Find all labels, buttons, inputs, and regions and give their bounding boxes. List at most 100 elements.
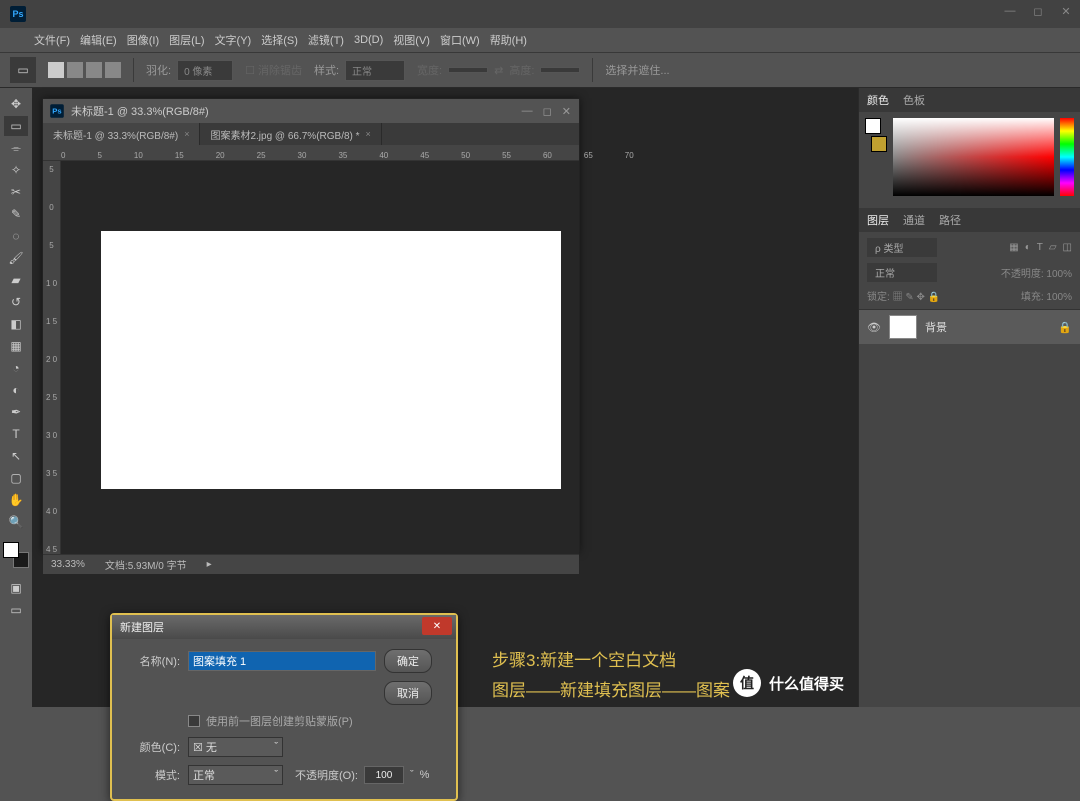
color-tab[interactable]: 颜色: [867, 92, 889, 108]
mode-select[interactable]: 正常ˇ: [188, 765, 283, 785]
layer-row[interactable]: 👁 背景 🔒: [859, 310, 1080, 344]
heal-tool[interactable]: ◌: [4, 226, 28, 246]
menu-view[interactable]: 视图(V): [389, 29, 434, 51]
color-picker[interactable]: [893, 118, 1054, 196]
color-select[interactable]: ☒ 无ˇ: [188, 737, 283, 757]
fill-label: 填充:: [1021, 292, 1044, 303]
name-input[interactable]: [188, 651, 376, 671]
tab-label: 图案素材2.jpg @ 66.7%(RGB/8) *: [210, 127, 359, 142]
brush-tool[interactable]: 🖌: [4, 248, 28, 268]
dialog-close-button[interactable]: ✕: [422, 617, 452, 635]
current-tool-icon[interactable]: ▭: [10, 57, 36, 83]
cancel-button[interactable]: 取消: [384, 681, 432, 705]
menu-help[interactable]: 帮助(H): [486, 29, 531, 51]
canvas[interactable]: [101, 231, 561, 489]
doc-close-button[interactable]: ✕: [562, 105, 571, 118]
feather-input[interactable]: 0 像素: [177, 60, 233, 81]
doc-min-button[interactable]: —: [522, 105, 533, 118]
swatches-tab[interactable]: 色板: [903, 92, 925, 108]
doc-info[interactable]: 文档:5.93M/0 字节: [105, 557, 187, 572]
menu-layer[interactable]: 图层(L): [165, 29, 208, 51]
doc-titlebar[interactable]: Ps 未标题-1 @ 33.3%(RGB/8#) — ◻ ✕: [43, 99, 579, 123]
selection-mode-icons: [48, 62, 121, 78]
sel-sub-icon[interactable]: [86, 62, 102, 78]
doc-max-button[interactable]: ◻: [543, 105, 552, 118]
quickmask-tool[interactable]: ▣: [4, 578, 28, 598]
visibility-icon[interactable]: 👁: [867, 321, 881, 334]
dodge-tool[interactable]: ◐: [4, 380, 28, 400]
marquee-tool[interactable]: ▭: [4, 116, 28, 136]
zoom-level[interactable]: 33.33%: [51, 559, 85, 570]
menu-edit[interactable]: 编辑(E): [76, 29, 121, 51]
menu-select[interactable]: 选择(S): [257, 29, 302, 51]
doc-tab-2[interactable]: 图案素材2.jpg @ 66.7%(RGB/8) * ×: [200, 123, 381, 145]
hue-slider[interactable]: [1060, 118, 1074, 196]
channels-tab[interactable]: 通道: [903, 212, 925, 228]
gradient-tool[interactable]: ▦: [4, 336, 28, 356]
layer-thumbnail[interactable]: [889, 315, 917, 339]
panel-fg-swatch[interactable]: [865, 118, 881, 134]
eraser-tool[interactable]: ◧: [4, 314, 28, 334]
magic-wand-tool[interactable]: ✧: [4, 160, 28, 180]
canvas-area[interactable]: [61, 161, 579, 554]
fg-color-swatch[interactable]: [3, 542, 19, 558]
refine-edge-button[interactable]: 选择并遮住...: [605, 62, 669, 78]
screenmode-tool[interactable]: ▭: [4, 600, 28, 620]
tab-close-icon[interactable]: ×: [366, 129, 371, 139]
paths-tab[interactable]: 路径: [939, 212, 961, 228]
menu-3d[interactable]: 3D(D): [350, 31, 387, 49]
layer-opacity-value[interactable]: 100%: [1046, 269, 1072, 280]
stamp-tool[interactable]: ▰: [4, 270, 28, 290]
close-button[interactable]: ✕: [1052, 0, 1080, 22]
shape-tool[interactable]: ▢: [4, 468, 28, 488]
pen-tool[interactable]: ✒: [4, 402, 28, 422]
minimize-button[interactable]: —: [996, 0, 1024, 22]
arrow-icon[interactable]: ▸: [207, 559, 212, 570]
menu-filter[interactable]: 滤镜(T): [304, 29, 348, 51]
menu-window[interactable]: 窗口(W): [436, 29, 484, 51]
hand-tool[interactable]: ✋: [4, 490, 28, 510]
layers-tab[interactable]: 图层: [867, 212, 889, 228]
path-tool[interactable]: ↖: [4, 446, 28, 466]
dialog-titlebar[interactable]: 新建图层 ✕: [112, 615, 456, 639]
sel-intersect-icon[interactable]: [105, 62, 121, 78]
maximize-button[interactable]: ◻: [1024, 0, 1052, 22]
chevron-down-icon[interactable]: ˇ: [410, 769, 414, 781]
eyedropper-tool[interactable]: ✎: [4, 204, 28, 224]
antialias-checkbox[interactable]: ☐ 消除锯齿: [245, 62, 302, 78]
tab-close-icon[interactable]: ×: [184, 129, 189, 139]
panel-bg-swatch[interactable]: [871, 136, 887, 152]
filter-type-icon[interactable]: T: [1037, 242, 1043, 253]
style-select[interactable]: 正常: [345, 60, 405, 81]
ok-button[interactable]: 确定: [384, 649, 432, 673]
menu-file[interactable]: 文件(F): [30, 29, 74, 51]
sel-add-icon[interactable]: [67, 62, 83, 78]
history-brush-tool[interactable]: ↺: [4, 292, 28, 312]
clipmask-checkbox[interactable]: [188, 715, 200, 727]
fill-value[interactable]: 100%: [1046, 292, 1072, 303]
zoom-tool[interactable]: 🔍: [4, 512, 28, 532]
doc-tab-1[interactable]: 未标题-1 @ 33.3%(RGB/8#) ×: [43, 123, 200, 145]
crop-tool[interactable]: ✂: [4, 182, 28, 202]
menu-image[interactable]: 图像(I): [123, 29, 163, 51]
panel-color-swatches[interactable]: [865, 118, 887, 152]
filter-adjust-icon[interactable]: ◐: [1025, 242, 1031, 253]
width-input: [448, 67, 488, 73]
filter-shape-icon[interactable]: ▱: [1049, 242, 1057, 253]
lock-icons[interactable]: ▦ ✎ ✥ 🔒: [893, 292, 941, 303]
move-tool[interactable]: ✥: [4, 94, 28, 114]
sel-new-icon[interactable]: [48, 62, 64, 78]
clipmask-label: 使用前一图层创建剪贴蒙版(P): [206, 713, 353, 729]
layer-name[interactable]: 背景: [925, 319, 947, 335]
filter-image-icon[interactable]: ▦: [1009, 242, 1018, 253]
blend-mode-select[interactable]: 正常: [867, 263, 937, 282]
opacity-input[interactable]: [364, 766, 404, 784]
color-swatches[interactable]: [3, 542, 29, 568]
blur-tool[interactable]: ◔: [4, 358, 28, 378]
type-tool[interactable]: T: [4, 424, 28, 444]
kind-filter[interactable]: ρ 类型: [867, 238, 937, 257]
menu-type[interactable]: 文字(Y): [211, 29, 256, 51]
annotation-text: 步骤3:新建一个空白文档 图层——新建填充图层——图案: [492, 646, 730, 706]
lasso-tool[interactable]: ⌯: [4, 138, 28, 158]
filter-smart-icon[interactable]: ◫: [1063, 242, 1072, 253]
